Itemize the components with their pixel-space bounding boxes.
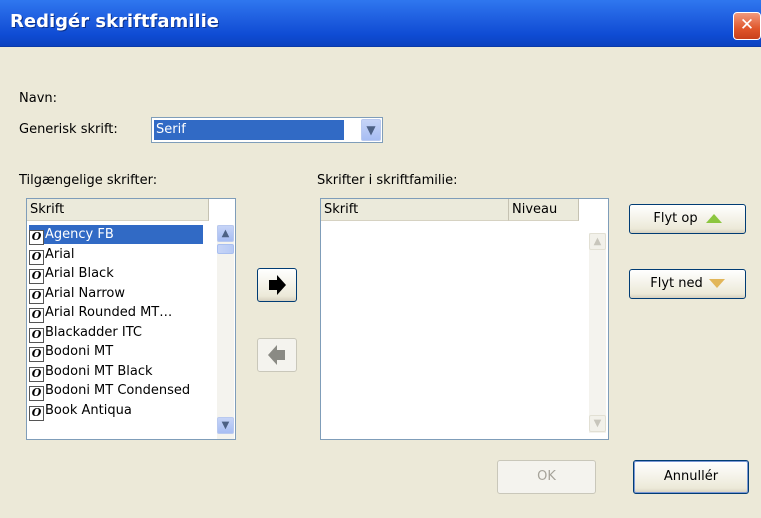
move-up-button[interactable]: Flyt op — [629, 204, 746, 234]
move-up-label: Flyt op — [653, 211, 698, 226]
scroll-up-button[interactable]: ▲ — [217, 225, 234, 242]
add-font-button[interactable] — [257, 268, 297, 302]
scroll-thumb[interactable] — [217, 244, 234, 254]
family-fonts-list[interactable]: Skrift Niveau ▲ ▼ — [320, 198, 609, 440]
available-fonts-list[interactable]: Skrift O Agency FB O Arial O Arial Black O Aria… — [26, 198, 236, 440]
remove-font-button[interactable] — [257, 338, 297, 372]
ok-button[interactable]: OK — [497, 460, 596, 494]
font-name: Bodoni MT Black — [45, 363, 153, 379]
chevron-down-icon[interactable]: ▼ — [361, 119, 381, 141]
opentype-font-icon: O — [29, 308, 44, 323]
family-fonts-label: Skrifter i skriftfamilie: — [317, 173, 458, 188]
font-list-item[interactable]: O Arial — [29, 245, 75, 265]
font-list-item[interactable]: O Blackadder ITC — [29, 323, 142, 343]
opentype-font-icon: O — [29, 327, 44, 343]
font-name: Bodoni MT — [45, 344, 114, 359]
name-label: Navn: — [19, 91, 58, 106]
generic-font-label: Generisk skrift: — [19, 122, 118, 137]
opentype-font-icon: O — [29, 405, 44, 421]
opentype-font-icon: O — [29, 347, 44, 362]
arrow-up-icon — [705, 214, 722, 223]
font-name: Arial — [45, 246, 75, 262]
move-down-button[interactable]: Flyt ned — [629, 269, 746, 299]
generic-font-value: Serif — [154, 120, 344, 140]
family-list-scrollbar[interactable]: ▲ ▼ — [589, 233, 606, 433]
opentype-font-icon: O — [29, 269, 44, 284]
arrow-down-icon — [708, 279, 725, 288]
font-name: Bodoni MT Condensed — [45, 383, 191, 398]
opentype-font-icon: O — [29, 230, 44, 245]
close-button[interactable]: ✕ — [733, 12, 761, 40]
font-name: Agency FB — [45, 227, 114, 242]
column-header-level[interactable]: Niveau — [509, 199, 579, 221]
available-fonts-label: Tilgængelige skrifter: — [19, 173, 158, 188]
opentype-font-icon: O — [29, 288, 44, 304]
font-name: Blackadder ITC — [45, 324, 142, 340]
font-list-item[interactable]: O Bodoni MT Condensed — [29, 381, 191, 401]
scroll-down-button[interactable]: ▼ — [217, 417, 234, 434]
font-list-item[interactable]: O Bodoni MT — [29, 342, 114, 362]
font-list-item[interactable]: O Arial Narrow — [29, 284, 126, 304]
title-bar[interactable]: Redigér skriftfamilie ✕ — [0, 0, 761, 47]
cancel-button[interactable]: Annullér — [633, 460, 749, 494]
column-header-font[interactable]: Skrift — [321, 199, 509, 221]
arrow-left-icon — [268, 345, 285, 365]
opentype-font-icon: O — [29, 366, 44, 382]
arrow-right-icon — [269, 275, 286, 295]
font-list-item[interactable]: O Book Antiqua — [29, 401, 132, 421]
font-list-item[interactable]: O Bodoni MT Black — [29, 362, 153, 382]
scroll-up-button[interactable]: ▲ — [589, 233, 606, 250]
font-name: Arial Narrow — [45, 285, 126, 301]
available-list-scrollbar[interactable]: ▲ ▼ — [217, 225, 234, 439]
opentype-font-icon: O — [29, 249, 44, 265]
font-name: Arial Rounded MT… — [45, 305, 173, 320]
font-list-item[interactable]: O Arial Rounded MT… — [29, 303, 173, 323]
window-title: Redigér skriftfamilie — [10, 11, 219, 32]
font-name: Arial Black — [45, 266, 114, 281]
opentype-font-icon: O — [29, 386, 44, 401]
move-down-label: Flyt ned — [650, 276, 703, 291]
dialog-window: Redigér skriftfamilie ✕ Navn: Generisk s… — [0, 0, 761, 518]
generic-font-dropdown[interactable]: Serif ▼ — [151, 117, 383, 143]
font-list-item[interactable]: O Arial Black — [29, 264, 114, 284]
column-header-font[interactable]: Skrift — [27, 199, 209, 221]
font-list-item[interactable]: O Agency FB — [29, 225, 203, 245]
font-name: Book Antiqua — [45, 402, 132, 418]
scroll-down-button[interactable]: ▼ — [589, 415, 606, 432]
